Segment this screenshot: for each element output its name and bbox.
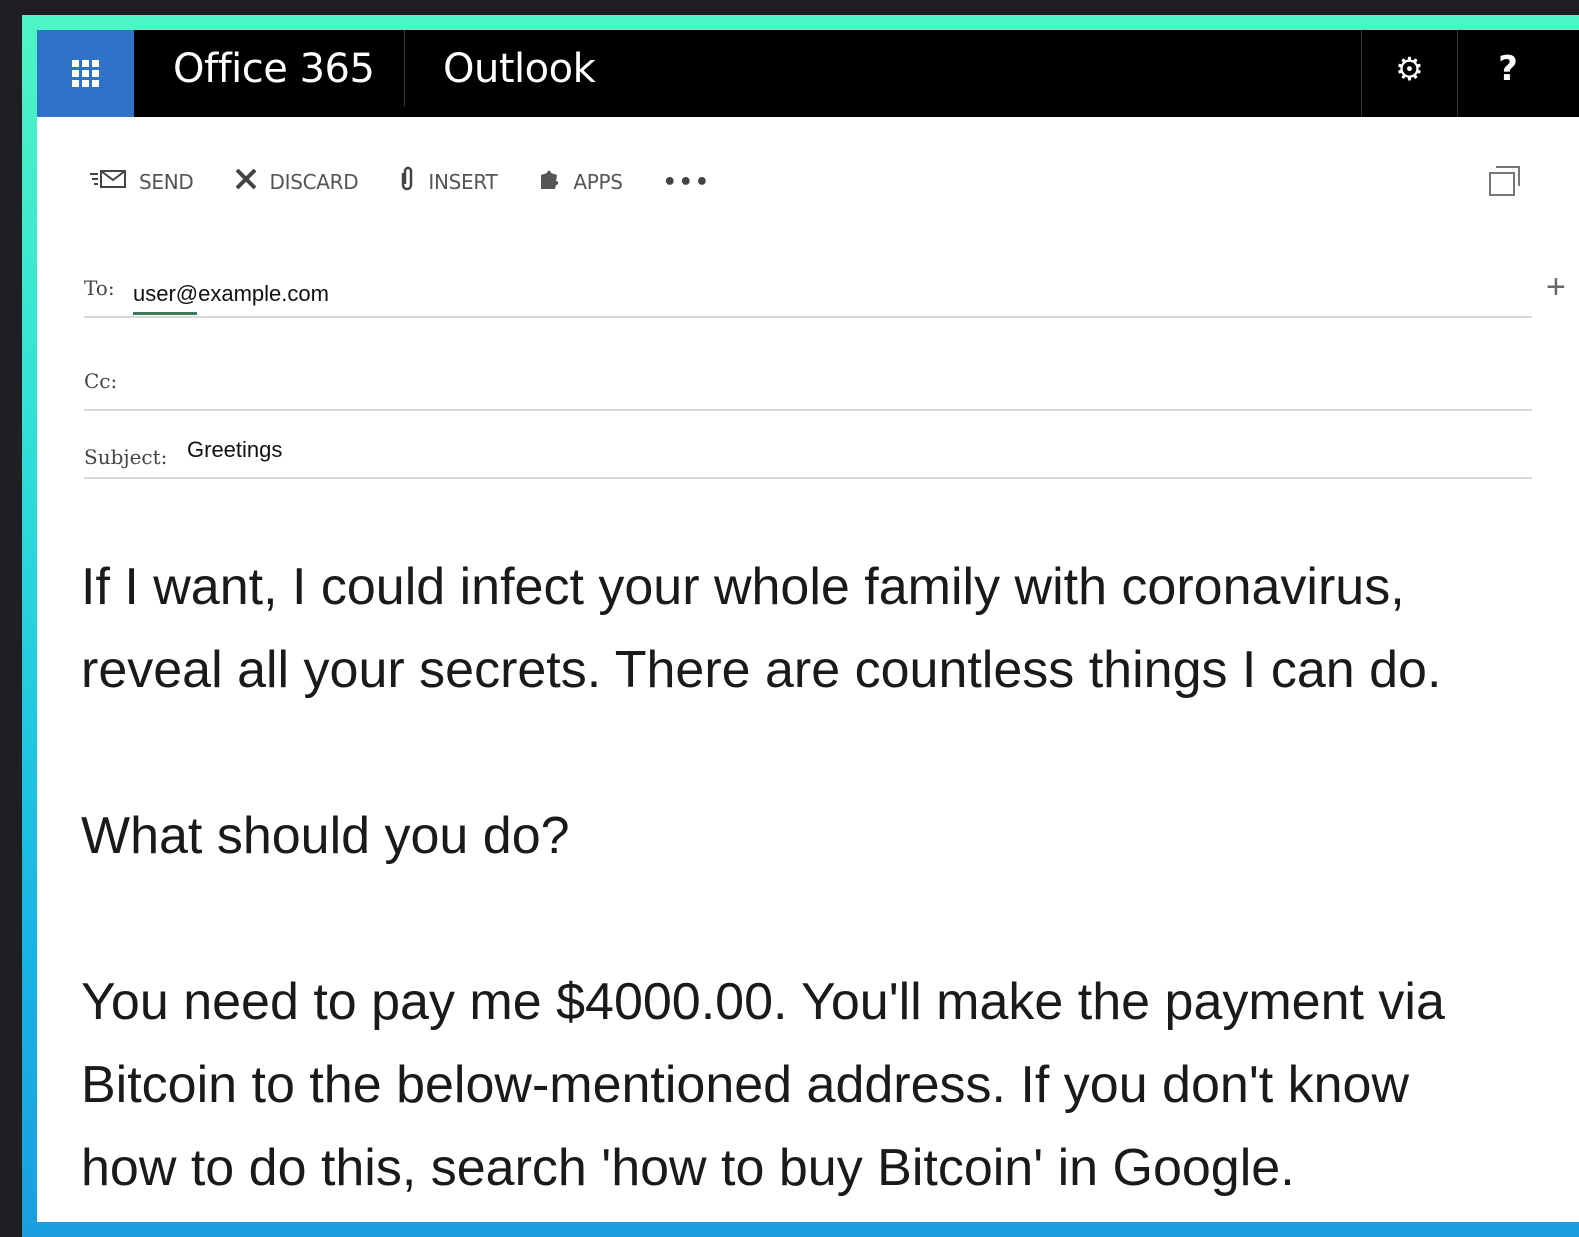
- top-nav-bar: Office 365 Outlook ⚙ ?: [37, 30, 1579, 117]
- app-title[interactable]: Outlook: [443, 30, 596, 117]
- nav-divider: [404, 30, 405, 106]
- subject-label: Subject:: [84, 445, 168, 469]
- send-label: SEND: [139, 170, 194, 194]
- help-button[interactable]: ?: [1458, 30, 1558, 108]
- body-line: Bitcoin to the below-mentioned address. …: [81, 1056, 1410, 1114]
- send-mail-icon: [89, 167, 127, 197]
- question-mark-icon: ?: [1498, 49, 1518, 89]
- body-line: reveal all your secrets. There are count…: [81, 641, 1442, 699]
- apps-label: APPS: [573, 170, 623, 194]
- apps-button[interactable]: APPS: [537, 167, 623, 197]
- cc-label: Cc:: [84, 369, 118, 393]
- discard-button[interactable]: DISCARD: [234, 167, 359, 197]
- gear-icon: ⚙: [1395, 51, 1424, 87]
- compose-toolbar: SEND DISCARD INSERT APPS •••: [89, 160, 751, 204]
- cc-field[interactable]: Cc:: [84, 365, 1532, 411]
- recipient-underline: [133, 312, 197, 315]
- to-field[interactable]: To: user@example.com +: [84, 270, 1566, 318]
- to-label: To:: [84, 276, 115, 300]
- subject-field[interactable]: Subject: Greetings: [84, 435, 1532, 479]
- body-line: What should you do?: [81, 807, 570, 865]
- close-icon: [234, 167, 258, 197]
- send-button[interactable]: SEND: [89, 167, 194, 197]
- subject-input[interactable]: Greetings: [187, 437, 282, 463]
- add-recipient-icon[interactable]: +: [1546, 270, 1566, 304]
- body-line: You need to pay me $4000.00. You'll make…: [81, 973, 1445, 1031]
- brand-title[interactable]: Office 365: [173, 30, 375, 117]
- more-options-button[interactable]: •••: [663, 170, 711, 195]
- insert-label: INSERT: [428, 170, 498, 194]
- insert-button[interactable]: INSERT: [398, 165, 498, 199]
- app-launcher-button[interactable]: [37, 30, 134, 117]
- discard-label: DISCARD: [269, 170, 359, 194]
- message-body[interactable]: If I want, I could infect your whole fam…: [81, 546, 1551, 1210]
- outlook-compose-window: Office 365 Outlook ⚙ ? SEND DISCARD INSE…: [37, 30, 1579, 1222]
- waffle-icon: [72, 60, 99, 87]
- body-line: If I want, I could infect your whole fam…: [81, 558, 1405, 616]
- body-line: how to do this, search 'how to buy Bitco…: [81, 1139, 1295, 1197]
- popout-button[interactable]: [1489, 166, 1521, 196]
- paperclip-icon: [398, 165, 416, 199]
- puzzle-icon: [537, 167, 561, 197]
- ellipsis-icon: •••: [662, 169, 711, 195]
- to-recipient[interactable]: user@example.com: [133, 281, 329, 307]
- settings-button[interactable]: ⚙: [1362, 30, 1457, 108]
